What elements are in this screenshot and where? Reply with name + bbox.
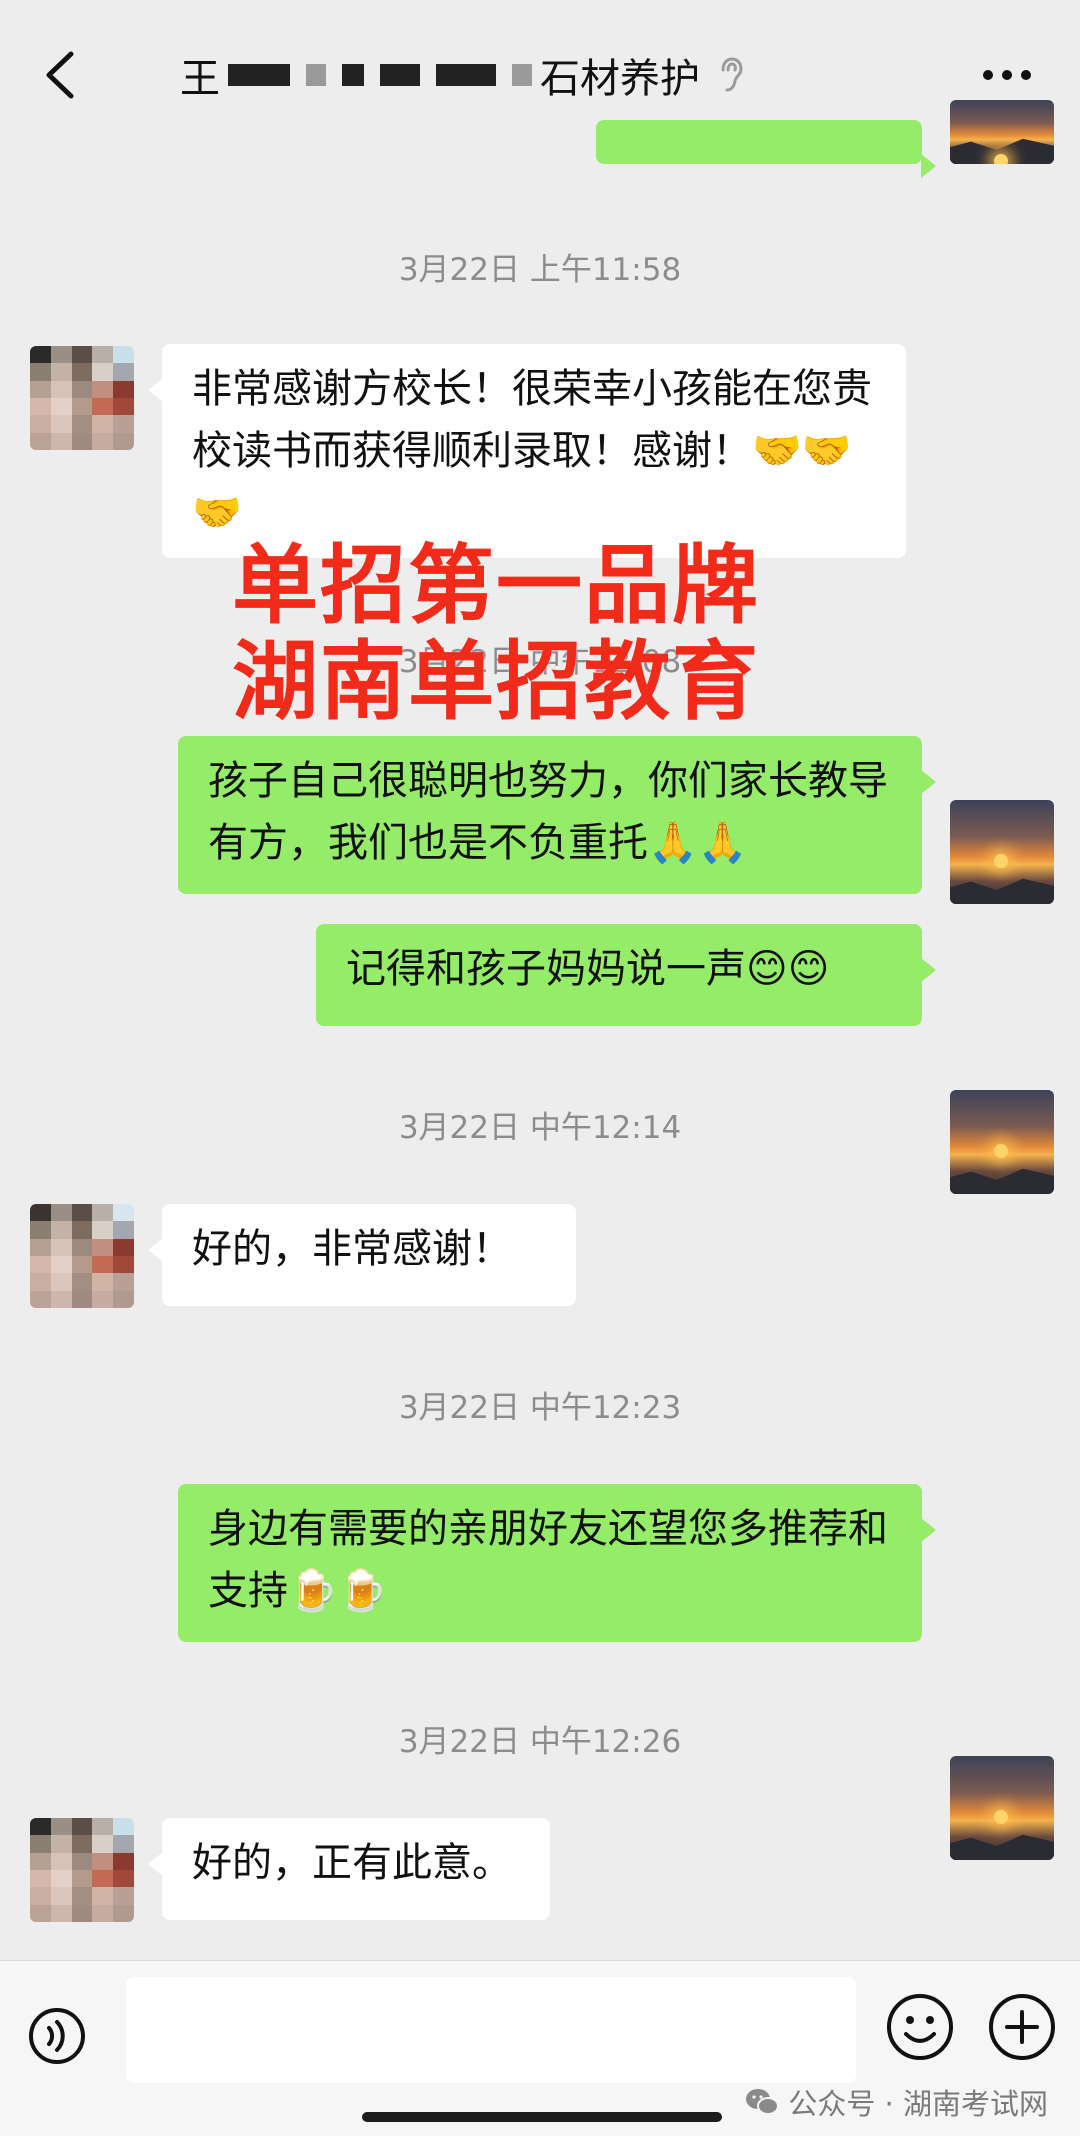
chat-title: 王 石材养护: [180, 45, 880, 105]
back-button[interactable]: [30, 40, 90, 110]
chat-title-suffix: 石材养护: [540, 56, 700, 102]
chat-screen: 王 石材养护 3月22日 上午11:58 非常感谢方校长！很荣幸小孩能在您贵校读…: [0, 0, 1080, 2136]
input-bar: 公众号 · 湖南考试网: [0, 1960, 1080, 2136]
self-avatar[interactable]: [950, 100, 1054, 164]
voice-button[interactable]: [22, 2001, 92, 2071]
redaction-block: [512, 64, 532, 86]
watermark-line-1: 单招第一品牌: [232, 536, 760, 636]
voice-icon: [29, 2008, 85, 2064]
source-credit: 公众号 · 湖南考试网: [744, 2081, 1048, 2123]
redaction-block: [380, 64, 420, 86]
self-avatar[interactable]: [950, 800, 1054, 904]
ear-icon: [718, 56, 744, 94]
redaction-block: [436, 64, 496, 86]
contact-avatar[interactable]: [30, 346, 134, 450]
home-indicator[interactable]: [362, 2112, 722, 2122]
back-arrow-icon: [46, 51, 74, 99]
more-options-button[interactable]: [972, 55, 1042, 95]
emoji-button[interactable]: [882, 1989, 958, 2065]
message-input[interactable]: [126, 1977, 856, 2083]
message-list[interactable]: 3月22日 上午11:58 非常感谢方校长！很荣幸小孩能在您贵校读书而获得顺利录…: [0, 100, 1080, 1960]
timestamp: 3月22日 上午11:58: [398, 252, 682, 288]
message-bubble-sent[interactable]: 记得和孩子妈妈说一声😊😊: [316, 924, 936, 1026]
timestamp: 3月22日 中午12:26: [398, 1724, 682, 1760]
redaction-block: [228, 64, 290, 86]
message-bubble-received[interactable]: 非常感谢方校长！很荣幸小孩能在您贵校读书而获得顺利录取！感谢！🤝🤝🤝: [148, 344, 906, 558]
redaction-block: [342, 64, 364, 86]
message-bubble-received[interactable]: 好的，非常感谢！: [148, 1204, 576, 1306]
chat-header: 王 石材养护: [0, 0, 1080, 140]
self-avatar[interactable]: [950, 1756, 1054, 1860]
timestamp: 3月22日 中午12:23: [398, 1390, 682, 1426]
message-bubble-sent[interactable]: 身边有需要的亲朋好友还望您多推荐和支持🍺🍺: [178, 1484, 936, 1642]
redaction-block: [306, 64, 326, 86]
more-icon: [983, 70, 1031, 80]
contact-avatar[interactable]: [30, 1204, 134, 1308]
more-functions-button[interactable]: [984, 1989, 1060, 2065]
contact-avatar[interactable]: [30, 1818, 134, 1922]
chat-title-prefix: 王: [180, 56, 220, 102]
emoji-icon: [887, 1994, 953, 2060]
message-bubble-sent-partial: [596, 120, 936, 178]
message-bubble-received[interactable]: 好的，正有此意。: [148, 1818, 550, 1920]
message-bubble-sent[interactable]: 孩子自己很聪明也努力，你们家长教导有方，我们也是不负重托🙏🙏: [178, 736, 936, 894]
plus-icon: [989, 1994, 1055, 2060]
watermark-line-2: 湖南单招教育: [232, 632, 760, 732]
source-credit-text: 公众号 · 湖南考试网: [788, 2087, 1048, 2121]
wechat-icon: [746, 2089, 780, 2115]
timestamp: 3月22日 中午12:14: [398, 1110, 682, 1146]
